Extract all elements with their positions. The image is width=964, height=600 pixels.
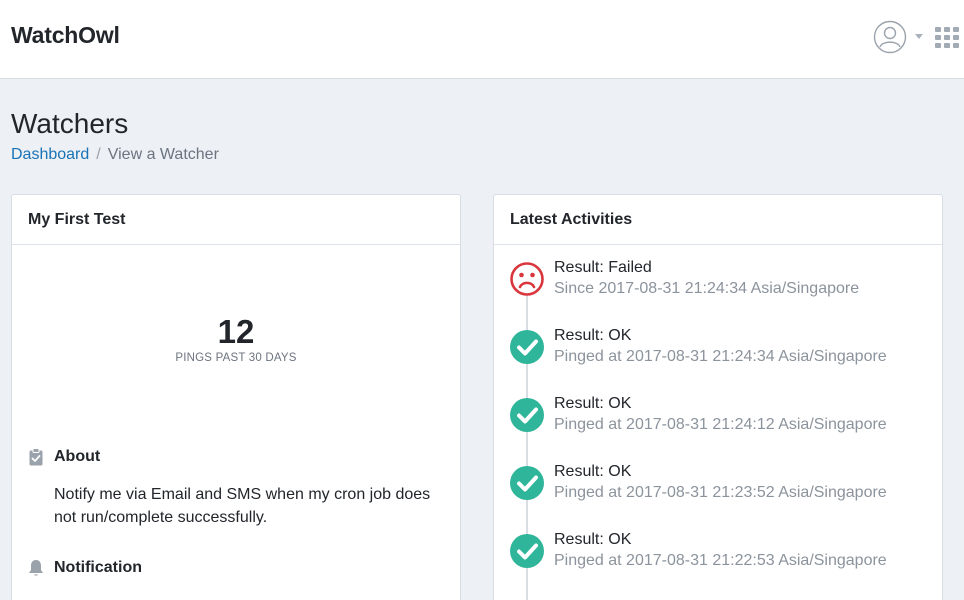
user-circle-icon[interactable] [873,20,907,54]
check-circle-icon [510,466,544,500]
breadcrumb: Dashboard / View a Watcher [11,146,219,164]
breadcrumb-dashboard-link[interactable]: Dashboard [11,146,89,163]
about-heading: About [28,448,100,466]
activity-result: Result: OK [554,395,632,412]
activity-item: Result: OK Pinged at 2017-08-31 21:24:34… [510,327,930,380]
activity-item: Result: Failed Since 2017-08-31 21:24:34… [510,259,930,312]
caret-down-icon[interactable] [915,34,923,39]
activity-time: Pinged at 2017-08-31 21:22:53 Asia/Singa… [554,552,887,569]
activity-time: Pinged at 2017-08-31 21:24:12 Asia/Singa… [554,416,887,433]
activities-card: Latest Activities Result: Failed Since 2… [493,194,943,600]
watcher-card: My First Test 12 PINGS PAST 30 DAYS Abou… [11,194,461,600]
clipboard-check-icon [29,448,43,466]
watcher-card-title: My First Test [12,195,460,245]
breadcrumb-separator: / [96,146,101,163]
activities-card-title: Latest Activities [494,195,942,245]
pings-label: PINGS PAST 30 DAYS [175,352,297,364]
check-circle-icon [510,398,544,432]
about-text: Notify me via Email and SMS when my cron… [54,486,431,526]
activity-result: Result: Failed [554,259,652,276]
brand-logo[interactable]: WatchOwl [11,22,120,49]
notification-heading-label: Notification [54,559,142,576]
pings-count: 12 [217,313,255,350]
top-navbar: WatchOwl [0,0,964,79]
bell-icon [29,560,43,576]
activity-time: Since 2017-08-31 21:24:34 Asia/Singapore [554,280,860,297]
activity-result: Result: OK [554,531,632,548]
sad-face-icon [510,262,544,296]
breadcrumb-current: View a Watcher [107,146,219,163]
activity-result: Result: OK [554,327,632,344]
activity-result: Result: OK [554,463,632,480]
activity-item: Result: OK Pinged at 2017-08-31 21:22:53… [510,531,930,584]
notification-heading: Notification [28,559,142,577]
activity-time: Pinged at 2017-08-31 21:24:34 Asia/Singa… [554,348,887,365]
check-circle-icon [510,534,544,568]
check-circle-icon [510,330,544,364]
activity-item: Result: OK Pinged at 2017-08-31 21:24:12… [510,395,930,448]
page-title: Watchers [11,108,129,139]
activity-item: Result: OK Pinged at 2017-08-31 21:23:52… [510,463,930,516]
grid-icon[interactable] [935,27,959,48]
about-heading-label: About [54,448,101,465]
activity-time: Pinged at 2017-08-31 21:23:52 Asia/Singa… [554,484,887,501]
